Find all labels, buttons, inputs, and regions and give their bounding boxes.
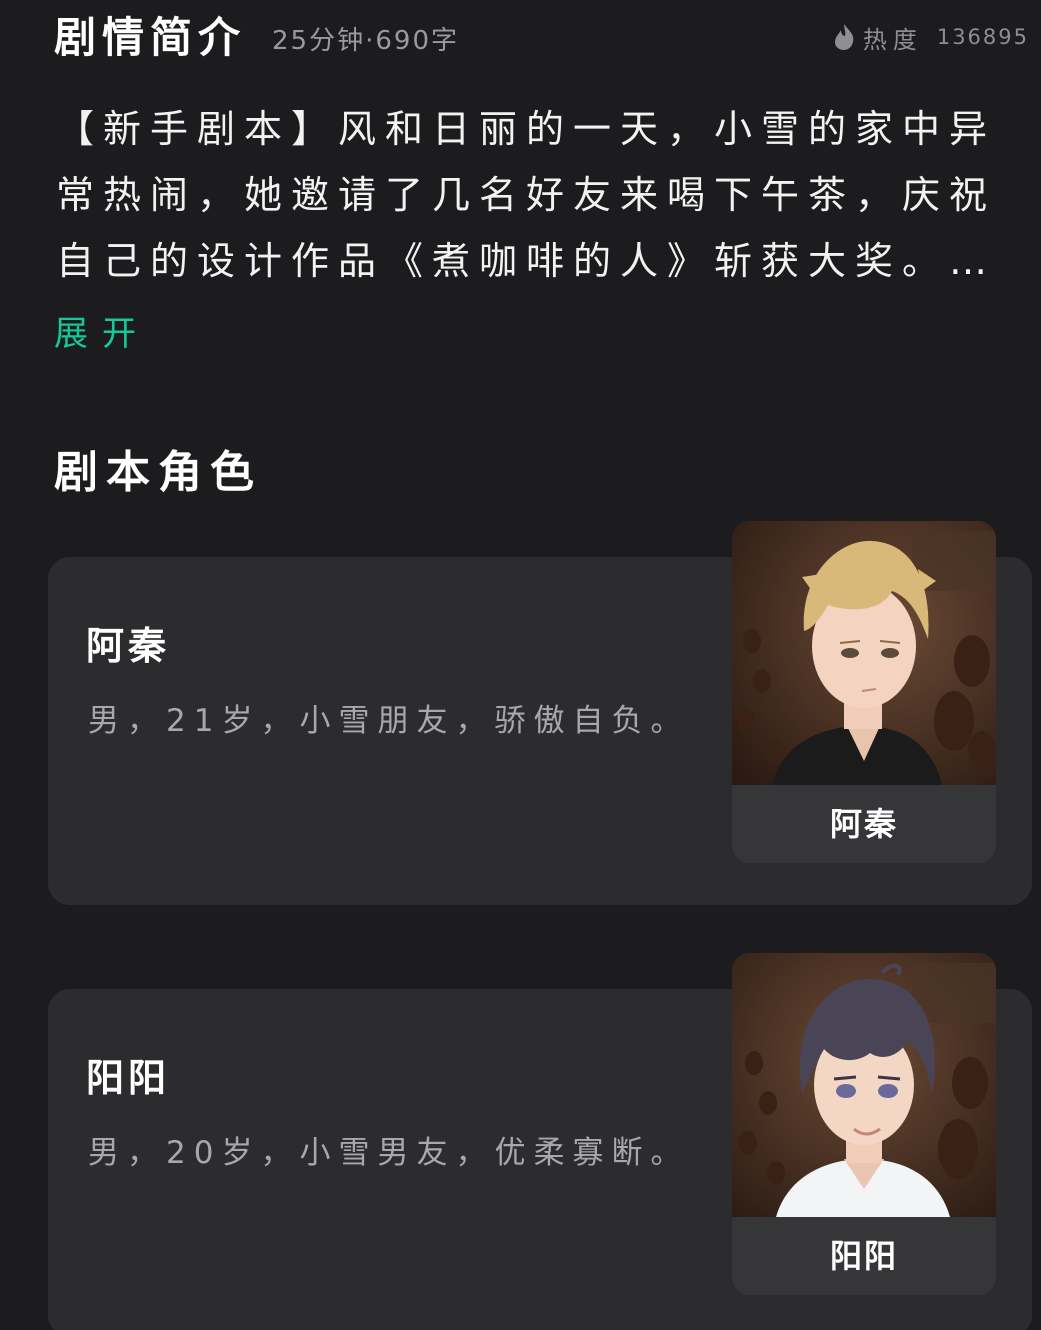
role-portrait[interactable]: 阿秦 xyxy=(732,521,996,863)
intro-header: 剧情简介 25分钟·690字 热度 136895 xyxy=(54,6,1029,62)
role-portrait[interactable]: 阳阳 xyxy=(732,953,996,1295)
roles-section-title: 剧本角色 xyxy=(54,447,262,498)
intro-title: 剧情简介 xyxy=(54,12,247,62)
heat-value: 136895 xyxy=(936,25,1029,49)
role-name: 阳阳 xyxy=(86,1056,171,1100)
role-name: 阿秦 xyxy=(86,624,171,668)
character-portrait-dark-hair-icon xyxy=(732,953,996,1217)
synopsis-text: 【新手剧本】风和日丽的一天，小雪的家中异常热闹，她邀请了几名好友来喝下午茶，庆祝… xyxy=(56,107,997,283)
intro-meta: 25分钟·690字 xyxy=(272,25,459,56)
portrait-name: 阳阳 xyxy=(732,1217,996,1295)
role-description: 男，21岁，小雪朋友，骄傲自负。 xyxy=(88,703,690,739)
role-description: 男，20岁，小雪男友，优柔寡断。 xyxy=(88,1135,690,1171)
flame-icon xyxy=(834,24,854,50)
script-detail-page: 剧情简介 25分钟·690字 热度 136895 【新手剧本】风和日丽的一天，小… xyxy=(0,0,1041,1330)
portrait-name: 阿秦 xyxy=(732,785,996,863)
character-portrait-blond-icon xyxy=(732,521,996,785)
heat-label: 热度 xyxy=(862,25,923,54)
heat-indicator: 热度 136895 xyxy=(831,14,1029,55)
expand-button[interactable]: 展开 xyxy=(54,306,150,355)
